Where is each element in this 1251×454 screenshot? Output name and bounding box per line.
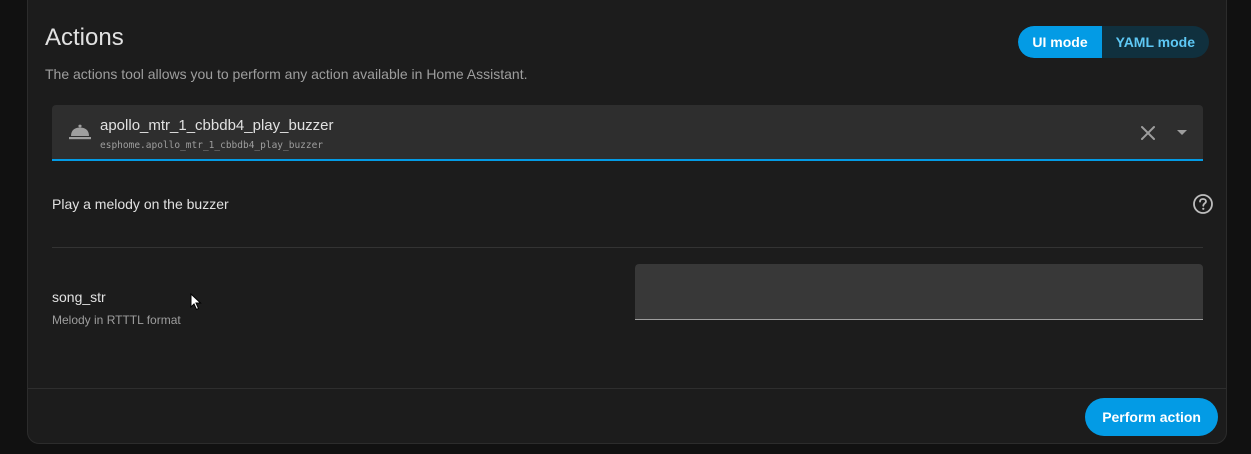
ui-mode-button[interactable]: UI mode xyxy=(1018,26,1102,58)
field-name: song_str xyxy=(52,289,106,305)
footer-divider xyxy=(28,388,1226,389)
card-description: The actions tool allows you to perform a… xyxy=(45,66,528,82)
action-service-id: esphome.apollo_mtr_1_cbbdb4_play_buzzer xyxy=(100,140,324,151)
close-icon[interactable] xyxy=(1139,124,1157,142)
bell-icon xyxy=(69,124,91,140)
card-title: Actions xyxy=(45,24,124,51)
mouse-cursor-icon xyxy=(190,293,202,311)
action-description: Play a melody on the buzzer xyxy=(52,196,229,212)
song-str-input[interactable] xyxy=(635,264,1203,320)
field-description: Melody in RTTTL format xyxy=(52,313,181,327)
divider xyxy=(52,247,1203,248)
help-icon[interactable] xyxy=(1192,193,1214,215)
yaml-mode-button[interactable]: YAML mode xyxy=(1102,26,1209,58)
action-select[interactable]: apollo_mtr_1_cbbdb4_play_buzzer esphome.… xyxy=(52,105,1203,161)
perform-action-button[interactable]: Perform action xyxy=(1085,398,1218,436)
mode-toggle: UI mode YAML mode xyxy=(1018,26,1209,58)
actions-card: Actions The actions tool allows you to p… xyxy=(27,0,1227,444)
chevron-down-icon[interactable] xyxy=(1177,130,1187,135)
action-name: apollo_mtr_1_cbbdb4_play_buzzer xyxy=(100,117,334,134)
